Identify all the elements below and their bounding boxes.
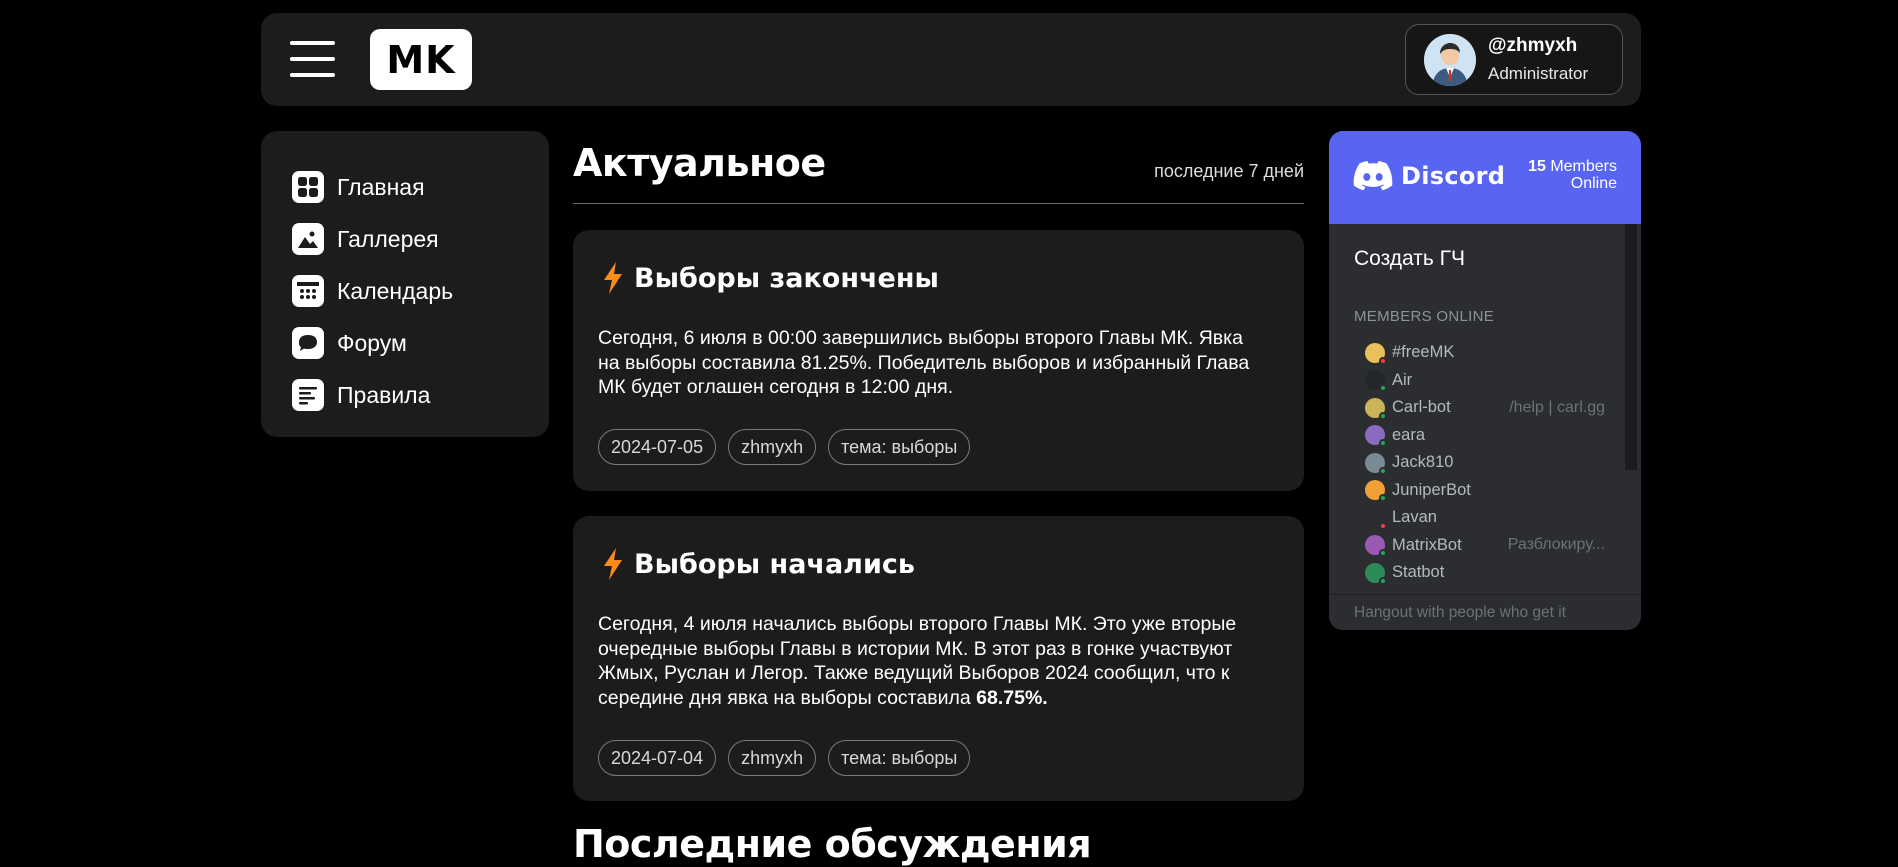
sidebar-item-label: Календарь bbox=[337, 277, 454, 304]
post-title: Выборы закончены bbox=[634, 262, 939, 294]
home-grid-icon bbox=[292, 171, 324, 203]
sidebar-nav: Главная Галлерея Календарь Форум Правила bbox=[261, 131, 549, 437]
post-body: Сегодня, 6 июля в 00:00 завершились выбо… bbox=[598, 327, 1250, 398]
discord-header: Discord 15 Members Online bbox=[1329, 131, 1641, 224]
discord-member[interactable]: MatrixBot Разблокиру... bbox=[1365, 532, 1605, 560]
forum-chat-icon bbox=[292, 327, 324, 359]
member-name: Jack810 bbox=[1392, 453, 1454, 472]
discord-member[interactable]: Air bbox=[1365, 367, 1605, 395]
user-name: @zhmyxh bbox=[1488, 35, 1578, 56]
member-avatar bbox=[1365, 452, 1387, 475]
sidebar-item-calendar[interactable]: Календарь bbox=[261, 265, 549, 317]
discord-member[interactable]: JuniperBot bbox=[1365, 477, 1605, 505]
member-avatar bbox=[1365, 535, 1387, 558]
member-name: JuniperBot bbox=[1392, 480, 1471, 499]
online-label: Online bbox=[1570, 175, 1617, 192]
member-name: eara bbox=[1392, 425, 1426, 444]
member-avatar bbox=[1365, 425, 1387, 448]
discord-widget: Discord 15 Members Online Создать ГЧ MEM… bbox=[1329, 131, 1641, 630]
member-list-scrollbar[interactable] bbox=[1623, 224, 1637, 601]
member-name: MatrixBot bbox=[1392, 535, 1462, 554]
member-activity: Разблокиру... bbox=[1507, 536, 1605, 554]
member-activity: /help | carl.gg bbox=[1509, 398, 1605, 416]
sidebar-item-gallery[interactable]: Галлерея bbox=[261, 213, 549, 265]
discord-member[interactable]: Lavan bbox=[1365, 504, 1605, 532]
top-header: MK @zhmyxh Administrator bbox=[261, 13, 1641, 106]
discord-member[interactable]: Statbot bbox=[1365, 559, 1605, 587]
member-avatar bbox=[1365, 397, 1387, 420]
sidebar-item-forum[interactable]: Форум bbox=[261, 317, 549, 369]
members-count: 15 bbox=[1528, 158, 1546, 175]
post-title: Выборы начались bbox=[634, 548, 915, 580]
lightning-icon bbox=[604, 548, 622, 580]
member-name: Statbot bbox=[1392, 563, 1445, 582]
scrollbar-thumb[interactable] bbox=[1625, 224, 1637, 470]
gallery-image-icon bbox=[292, 223, 324, 255]
member-avatar bbox=[1365, 507, 1387, 530]
user-profile-card[interactable]: @zhmyxh Administrator bbox=[1405, 24, 1623, 95]
member-avatar bbox=[1365, 562, 1387, 585]
post-title-row: Выборы начались bbox=[602, 548, 915, 580]
discord-member[interactable]: #freeMK bbox=[1365, 339, 1605, 367]
post-card[interactable]: Выборы начались Сегодня, 4 июля начались… bbox=[573, 516, 1304, 801]
post-tags: 2024-07-05 zhmyxh тема: выборы bbox=[598, 429, 971, 465]
user-role: Administrator bbox=[1488, 64, 1589, 83]
discord-brand: Discord bbox=[1401, 162, 1506, 190]
member-avatar bbox=[1365, 480, 1387, 503]
member-name: Air bbox=[1392, 370, 1413, 389]
post-tags: 2024-07-04 zhmyxh тема: выборы bbox=[598, 740, 971, 776]
sidebar-item-home[interactable]: Главная bbox=[261, 161, 549, 213]
tag-date[interactable]: 2024-07-04 bbox=[598, 740, 717, 776]
post-body: Сегодня, 4 июля начались выборы второго … bbox=[598, 612, 1268, 710]
discord-logo[interactable]: Discord bbox=[1353, 161, 1505, 191]
section-title-actual: Актуальное bbox=[573, 141, 826, 185]
site-logo[interactable]: MK bbox=[370, 29, 472, 90]
discord-channel-link[interactable]: Создать ГЧ bbox=[1354, 247, 1465, 271]
members-label: Members bbox=[1550, 158, 1617, 175]
member-avatar bbox=[1365, 342, 1387, 365]
sidebar-item-label: Главная bbox=[337, 173, 425, 200]
tag-topic[interactable]: тема: выборы bbox=[828, 740, 971, 776]
discord-member[interactable]: Carl-bot /help | carl.gg bbox=[1365, 394, 1605, 422]
tag-author[interactable]: zhmyxh bbox=[728, 429, 817, 465]
sidebar-item-rules[interactable]: Правила bbox=[261, 369, 549, 421]
rules-document-icon bbox=[292, 379, 324, 411]
member-name: Lavan bbox=[1392, 508, 1437, 527]
page: MK @zhmyxh Administrator Главная Галлере… bbox=[0, 0, 1898, 867]
divider bbox=[573, 203, 1304, 204]
discord-footer: Hangout with people who get it bbox=[1329, 594, 1641, 630]
discord-member[interactable]: eara bbox=[1365, 422, 1605, 450]
calendar-icon bbox=[292, 275, 324, 307]
members-online-title: MEMBERS ONLINE bbox=[1354, 308, 1495, 325]
tag-topic[interactable]: тема: выборы bbox=[828, 429, 971, 465]
member-name: Carl-bot bbox=[1392, 398, 1451, 417]
post-body-text: Сегодня, 4 июля начались выборы второго … bbox=[598, 613, 1237, 709]
sidebar-item-label: Форум bbox=[337, 329, 407, 356]
post-body-highlight: 68.75%. bbox=[976, 686, 1048, 709]
sidebar-item-label: Галлерея bbox=[337, 225, 439, 252]
post-title-row: Выборы закончены bbox=[602, 262, 939, 294]
user-avatar bbox=[1424, 34, 1476, 86]
discord-footer-text[interactable]: Hangout with people who get it bbox=[1354, 604, 1566, 622]
tag-date[interactable]: 2024-07-05 bbox=[598, 429, 717, 465]
period-filter[interactable]: последние 7 дней bbox=[1154, 161, 1304, 182]
member-name: #freeMK bbox=[1392, 343, 1455, 362]
member-avatar bbox=[1365, 370, 1387, 393]
discord-member-list: #freeMK Air Carl-bot /help | carl.gg ear… bbox=[1365, 339, 1605, 594]
menu-burger-icon[interactable] bbox=[290, 41, 335, 77]
sidebar-item-label: Правила bbox=[337, 381, 431, 408]
discord-member[interactable]: Jack810 bbox=[1365, 449, 1605, 477]
discord-members-online-count: 15 Members Online bbox=[1528, 158, 1617, 192]
post-card[interactable]: Выборы закончены Сегодня, 6 июля в 00:00… bbox=[573, 230, 1304, 491]
tag-author[interactable]: zhmyxh bbox=[728, 740, 817, 776]
discord-icon bbox=[1353, 161, 1393, 191]
section-title-discussions: Последние обсуждения bbox=[573, 822, 1092, 866]
lightning-icon bbox=[604, 262, 622, 294]
